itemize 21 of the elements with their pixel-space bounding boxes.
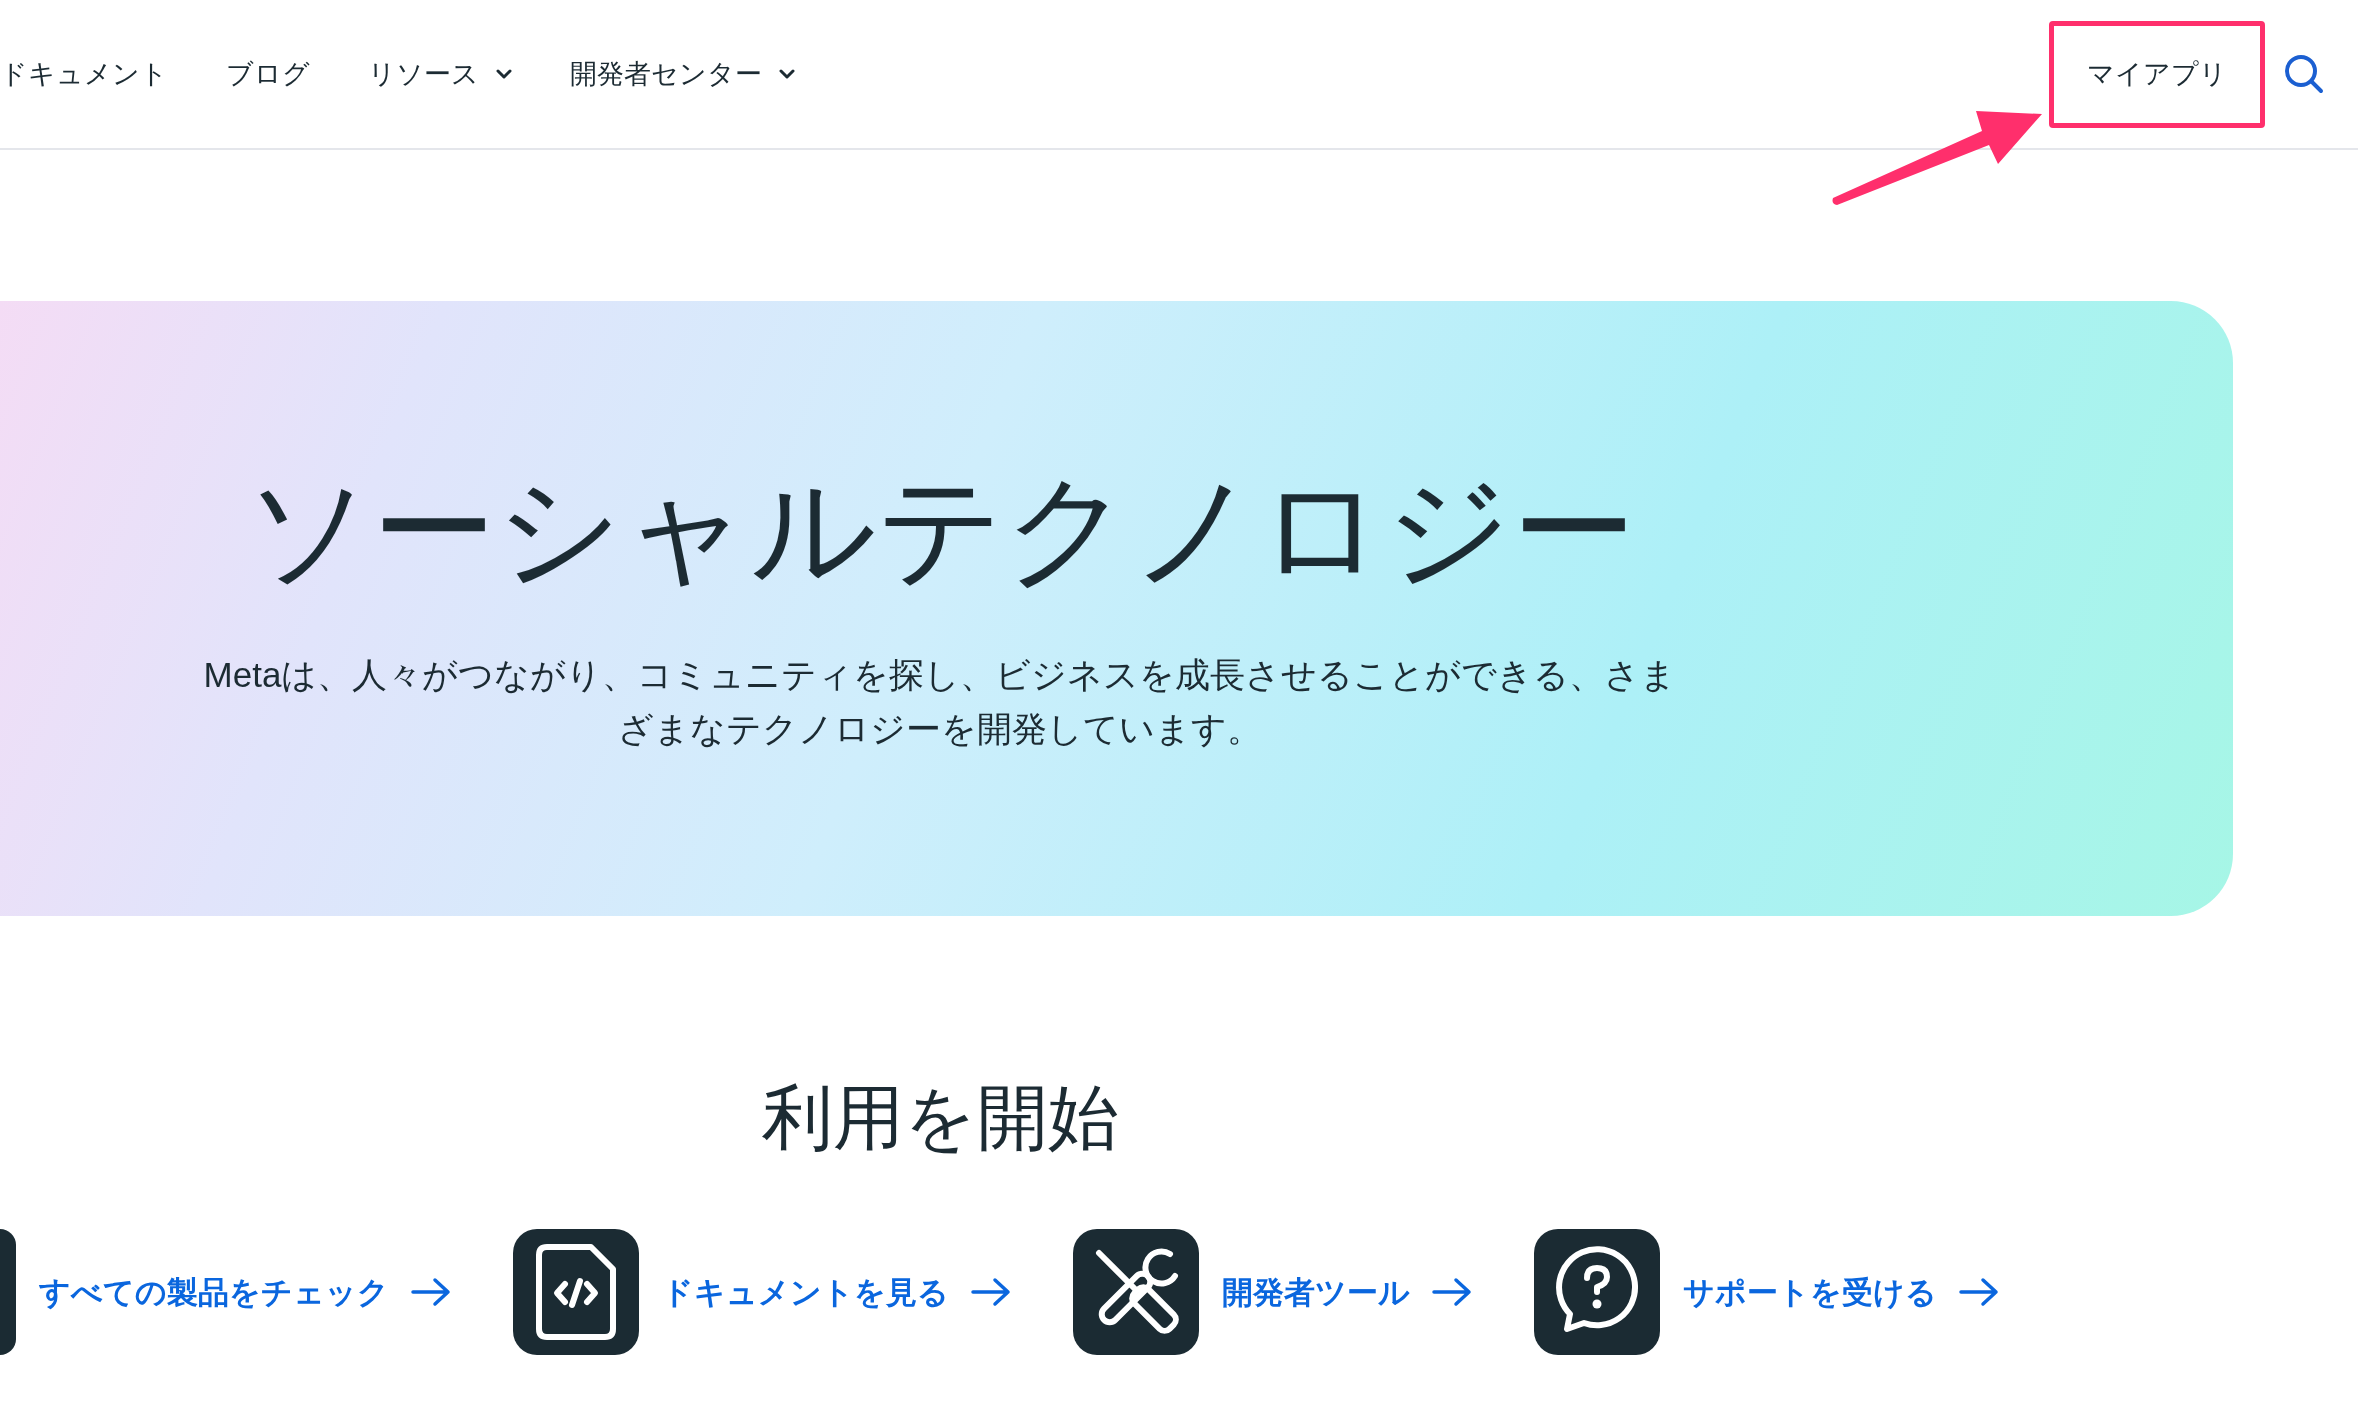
arrow-right-icon xyxy=(1432,1277,1472,1308)
nav-menu-item[interactable]: ブログ xyxy=(226,60,310,88)
hero-title: ソーシャルテクノロジー xyxy=(244,459,1636,600)
section-heading: 利用を開始 xyxy=(761,1077,1119,1159)
screwdriver-wrench-icon xyxy=(1073,1229,1199,1356)
help-bubble-icon xyxy=(1534,1229,1660,1356)
get-started-link[interactable]: 開発者ツール xyxy=(1222,1276,1472,1308)
get-started-link[interactable]: サポートを受ける xyxy=(1683,1276,1999,1308)
get-started-link[interactable]: ドキュメントを見る xyxy=(662,1276,1011,1308)
arrow-right-icon xyxy=(971,1277,1011,1308)
nav-menu-item[interactable]: リソース xyxy=(368,60,512,88)
nav-menu-item[interactable]: 開発者センター xyxy=(570,60,795,88)
arrow-right-icon xyxy=(411,1277,451,1308)
code-file-icon xyxy=(513,1229,639,1356)
arrow-right-icon xyxy=(1959,1277,1999,1308)
search-icon[interactable] xyxy=(2284,54,2324,94)
get-started-link[interactable]: すべての製品をチェック xyxy=(39,1276,451,1308)
hero-description: Metaは、人々がつながり、コミュニティを探し、ビジネスを成長させることができる、さまざまなテクノロジーを開発しています。 xyxy=(202,653,1678,750)
tile-edge-icon xyxy=(0,1229,16,1356)
nav-link[interactable]: マイアプリ xyxy=(2087,60,2227,88)
nav-menu-item[interactable]: ドキュメント xyxy=(0,60,168,88)
